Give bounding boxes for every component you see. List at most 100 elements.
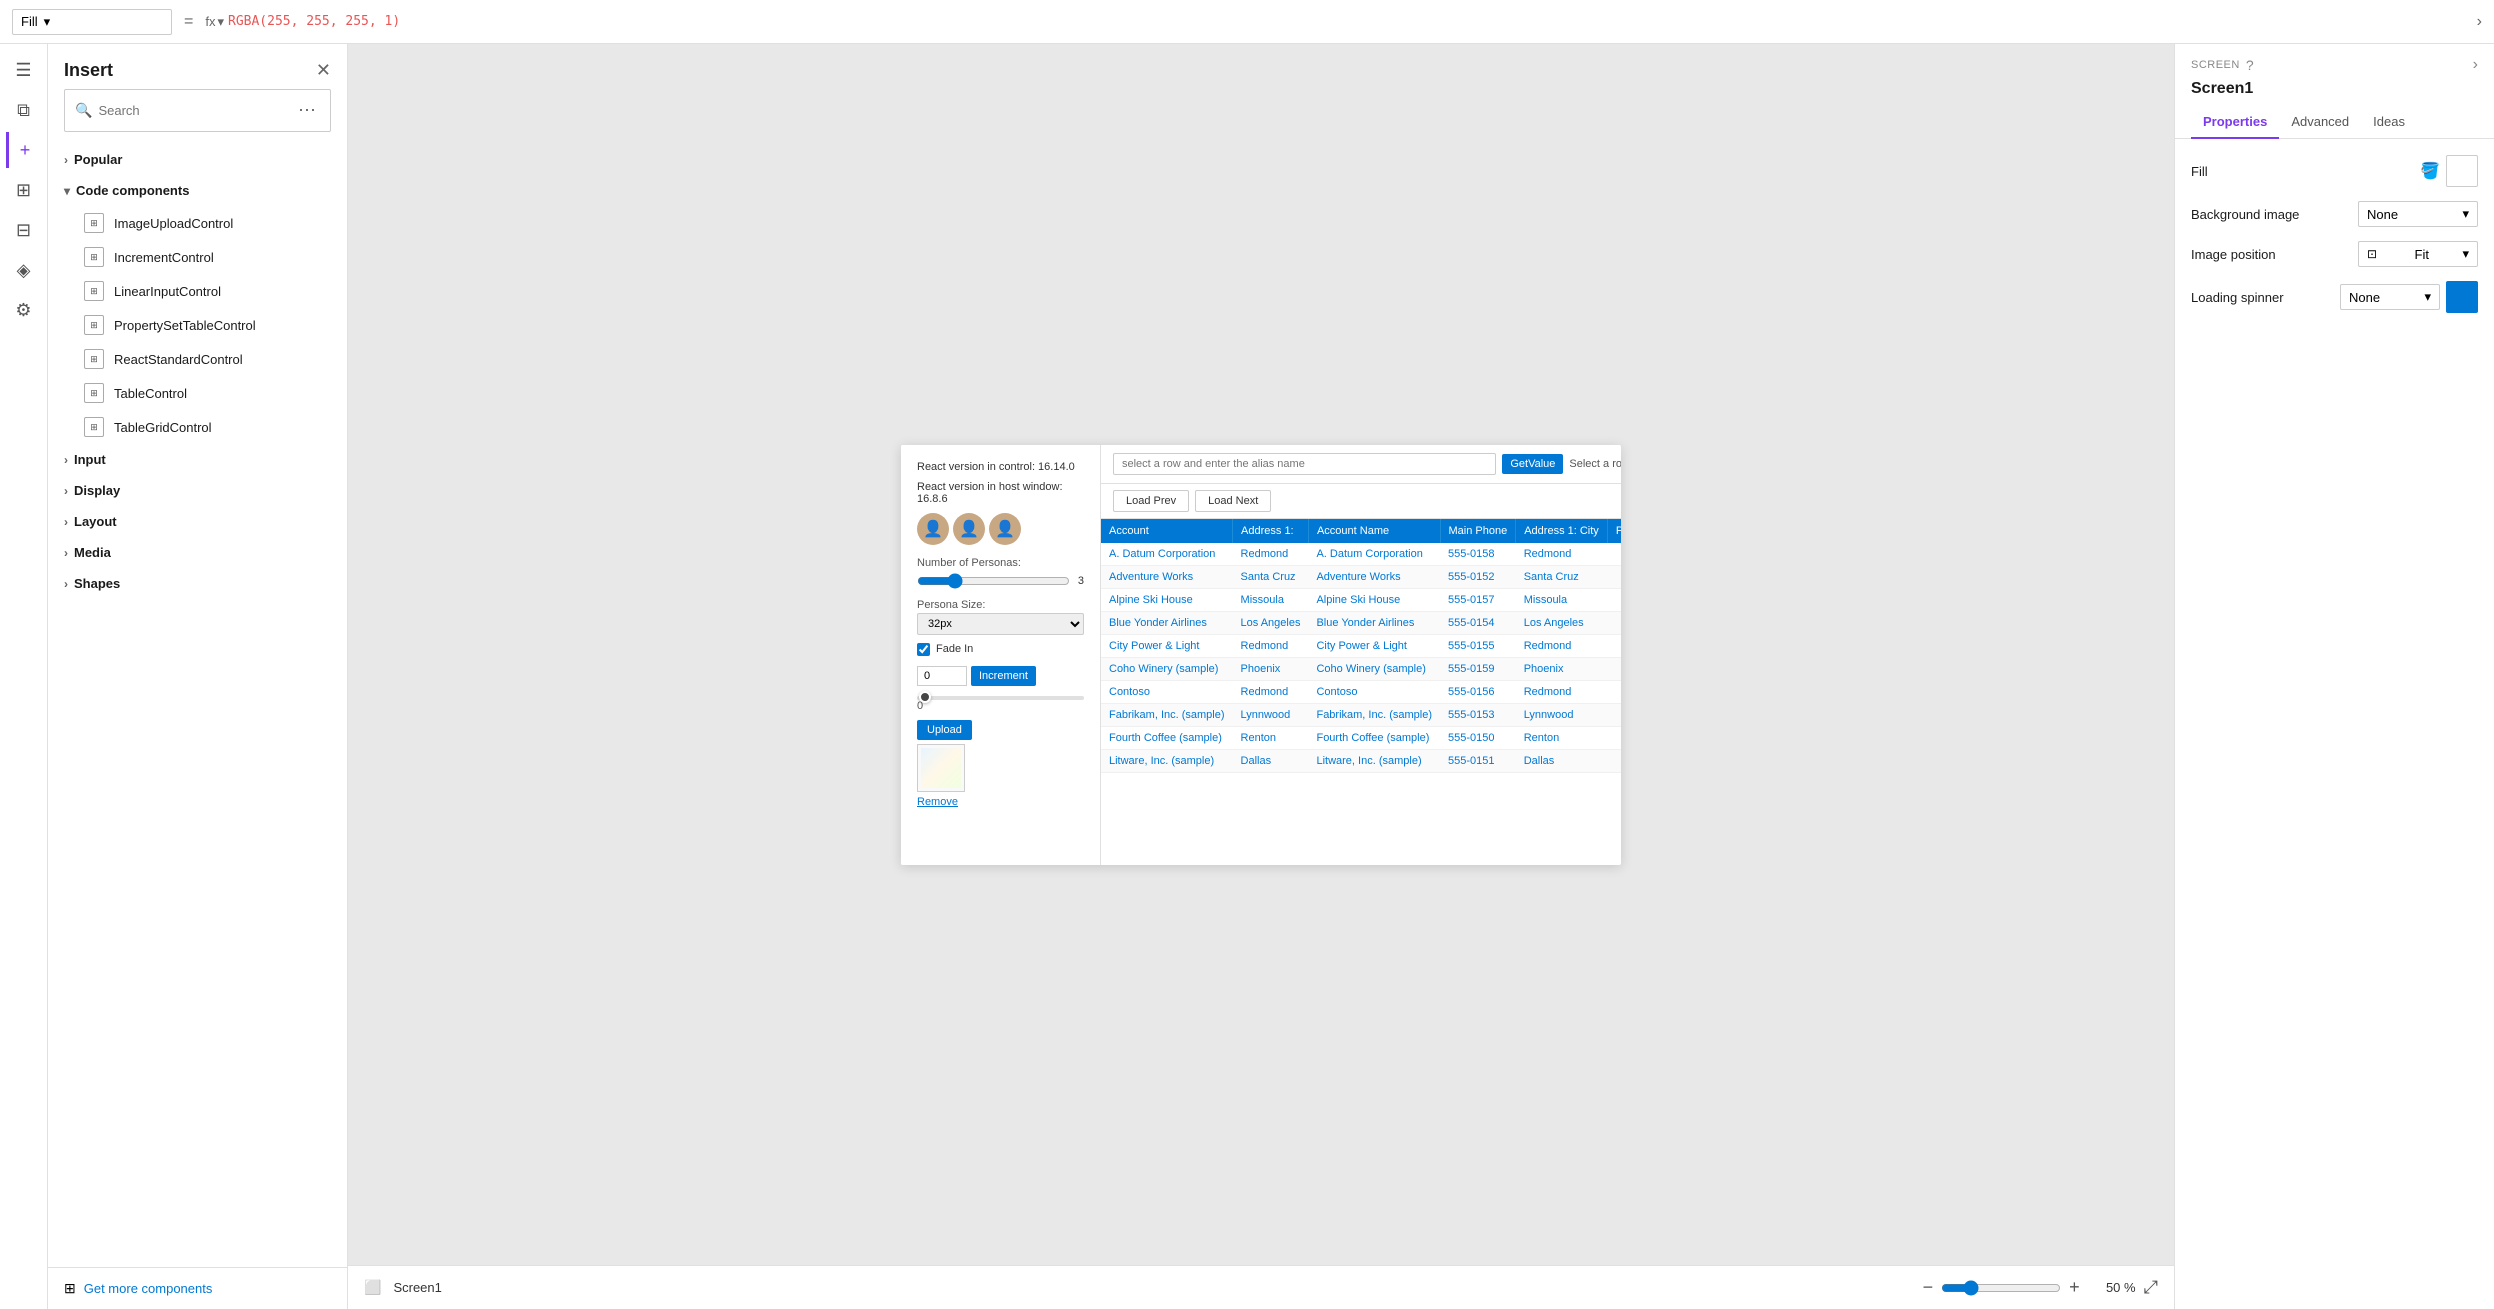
get-more-components[interactable]: ⊞ Get more components [48, 1267, 347, 1309]
section-media[interactable]: › Media [48, 537, 347, 568]
insert-icon[interactable]: + [6, 132, 42, 168]
load-next-button[interactable]: Load Next [1195, 490, 1271, 512]
equals-sign: = [184, 13, 193, 31]
settings-icon[interactable]: ⚙ [6, 292, 42, 328]
img-pos-dropdown[interactable]: ⊡ Fit ▾ [2358, 241, 2478, 267]
fx-text: fx [205, 14, 215, 29]
fx-label[interactable]: fx ▾ [205, 14, 224, 30]
variables-icon[interactable]: ⊟ [6, 212, 42, 248]
bg-image-dropdown[interactable]: None ▾ [2358, 201, 2478, 227]
table-row[interactable]: Fabrikam, Inc. (sample) Lynnwood Fabrika… [1101, 703, 1621, 726]
main-layout: ☰ ⧉ + ⊞ ⊟ ◈ ⚙ Insert ✕ 🔍 ⋯ › Popular ▾ C… [0, 44, 2494, 1309]
table-row[interactable]: Fourth Coffee (sample) Renton Fourth Cof… [1101, 726, 1621, 749]
table-row[interactable]: Contoso Redmond Contoso 555-0156 Redmond [1101, 680, 1621, 703]
get-value-button[interactable]: GetValue [1502, 454, 1563, 474]
canvas-content: React version in control: 16.14.0 React … [348, 44, 2174, 1265]
upload-button[interactable]: Upload [917, 720, 972, 740]
fill-dropdown[interactable]: Fill ▾ [12, 9, 172, 35]
screen-label: SCREEN [2191, 59, 2240, 71]
table-row[interactable]: Alpine Ski House Missoula Alpine Ski Hou… [1101, 588, 1621, 611]
screen-tab[interactable]: Screen1 [393, 1280, 441, 1295]
canvas-area: React version in control: 16.14.0 React … [348, 44, 2174, 1309]
cell-account-name: Coho Winery (sample) [1308, 657, 1440, 680]
more-options-icon[interactable]: ⋯ [294, 96, 320, 125]
cell-account: A. Datum Corporation [1101, 543, 1233, 566]
formula-input[interactable] [228, 14, 2469, 29]
section-layout[interactable]: › Layout [48, 506, 347, 537]
properties-panel: SCREEN ? › Screen1 Properties Advanced I… [2174, 44, 2494, 1309]
spinner-value: None [2349, 290, 2380, 305]
zoom-in-button[interactable]: + [2069, 1277, 2080, 1298]
item-table-grid[interactable]: ⊞ TableGridControl [48, 410, 347, 444]
item-increment[interactable]: ⊞ IncrementControl [48, 240, 347, 274]
cell-phone: 555-0158 [1440, 543, 1516, 566]
section-display-label: Display [74, 483, 120, 498]
progress-thumb[interactable] [919, 691, 931, 703]
bg-image-label: Background image [2191, 207, 2299, 222]
spinner-color-box[interactable] [2446, 281, 2478, 313]
props-tabs: Properties Advanced Ideas [2175, 106, 2494, 139]
fade-in-label: Fade In [936, 643, 973, 655]
item-image-upload[interactable]: ⊞ ImageUploadControl [48, 206, 347, 240]
section-input[interactable]: › Input [48, 444, 347, 475]
help-icon[interactable]: ? [2246, 57, 2254, 73]
expand-button[interactable]: ⤢ [2144, 1277, 2158, 1298]
cell-account-name: Fourth Coffee (sample) [1308, 726, 1440, 749]
section-popular[interactable]: › Popular [48, 144, 347, 175]
component-icon: ⊞ [84, 213, 104, 233]
increment-button[interactable]: Increment [971, 666, 1036, 686]
personas-slider[interactable] [917, 573, 1070, 589]
cell-account-name: Adventure Works [1308, 565, 1440, 588]
fill-prop-label: Fill [2191, 164, 2208, 179]
upload-preview-image [921, 748, 961, 788]
collapse-right-icon[interactable]: › [2477, 13, 2482, 31]
section-code-components[interactable]: ▾ Code components [48, 175, 347, 206]
progress-track [917, 696, 1084, 700]
section-display[interactable]: › Display [48, 475, 347, 506]
item-linear-input[interactable]: ⊞ LinearInputControl [48, 274, 347, 308]
close-button[interactable]: ✕ [316, 60, 331, 81]
fade-in-checkbox[interactable] [917, 643, 930, 656]
spinner-dropdown[interactable]: None ▾ [2340, 284, 2440, 310]
table-row[interactable]: Litware, Inc. (sample) Dallas Litware, I… [1101, 749, 1621, 772]
section-shapes[interactable]: › Shapes [48, 568, 347, 599]
item-react-standard[interactable]: ⊞ ReactStandardControl [48, 342, 347, 376]
cell-account-name: Blue Yonder Airlines [1308, 611, 1440, 634]
screen-icon: ⬜ [364, 1279, 381, 1296]
cell-city: Lynnwood [1516, 703, 1608, 726]
component-icon: ⊞ [84, 349, 104, 369]
tab-ideas[interactable]: Ideas [2361, 106, 2417, 139]
app-preview: React version in control: 16.14.0 React … [901, 445, 1621, 865]
code-icon[interactable]: ◈ [6, 252, 42, 288]
paint-bucket-icon[interactable]: 🪣 [2420, 161, 2440, 181]
item-table-control[interactable]: ⊞ TableControl [48, 376, 347, 410]
alias-input[interactable] [1113, 453, 1496, 475]
table-row[interactable]: Adventure Works Santa Cruz Adventure Wor… [1101, 565, 1621, 588]
section-input-label: Input [74, 452, 106, 467]
search-input[interactable] [98, 103, 288, 118]
increment-input[interactable] [917, 666, 967, 686]
progress-value: 0 [917, 700, 1084, 712]
collapse-icon[interactable]: › [2473, 56, 2478, 74]
layers-icon[interactable]: ⧉ [6, 92, 42, 128]
tab-advanced[interactable]: Advanced [2279, 106, 2361, 139]
fill-color-box[interactable] [2446, 155, 2478, 187]
zoom-out-button[interactable]: − [1923, 1277, 1934, 1298]
remove-button[interactable]: Remove [917, 796, 958, 808]
cell-account: Alpine Ski House [1101, 588, 1233, 611]
item-property-set[interactable]: ⊞ PropertySetTableControl [48, 308, 347, 342]
tab-properties[interactable]: Properties [2191, 106, 2279, 139]
hamburger-icon[interactable]: ☰ [6, 52, 42, 88]
cell-primary [1607, 657, 1621, 680]
database-icon[interactable]: ⊞ [6, 172, 42, 208]
table-row[interactable]: Coho Winery (sample) Phoenix Coho Winery… [1101, 657, 1621, 680]
table-row[interactable]: City Power & Light Redmond City Power & … [1101, 634, 1621, 657]
table-row[interactable]: A. Datum Corporation Redmond A. Datum Co… [1101, 543, 1621, 566]
chevron-right-icon: › [64, 577, 68, 591]
table-row[interactable]: Blue Yonder Airlines Los Angeles Blue Yo… [1101, 611, 1621, 634]
persona-size-select[interactable]: 32px 24px 48px [917, 613, 1084, 635]
fill-value-area: 🪣 [2420, 155, 2478, 187]
load-prev-button[interactable]: Load Prev [1113, 490, 1189, 512]
zoom-slider[interactable] [1941, 1280, 2061, 1296]
cell-primary [1607, 543, 1621, 566]
